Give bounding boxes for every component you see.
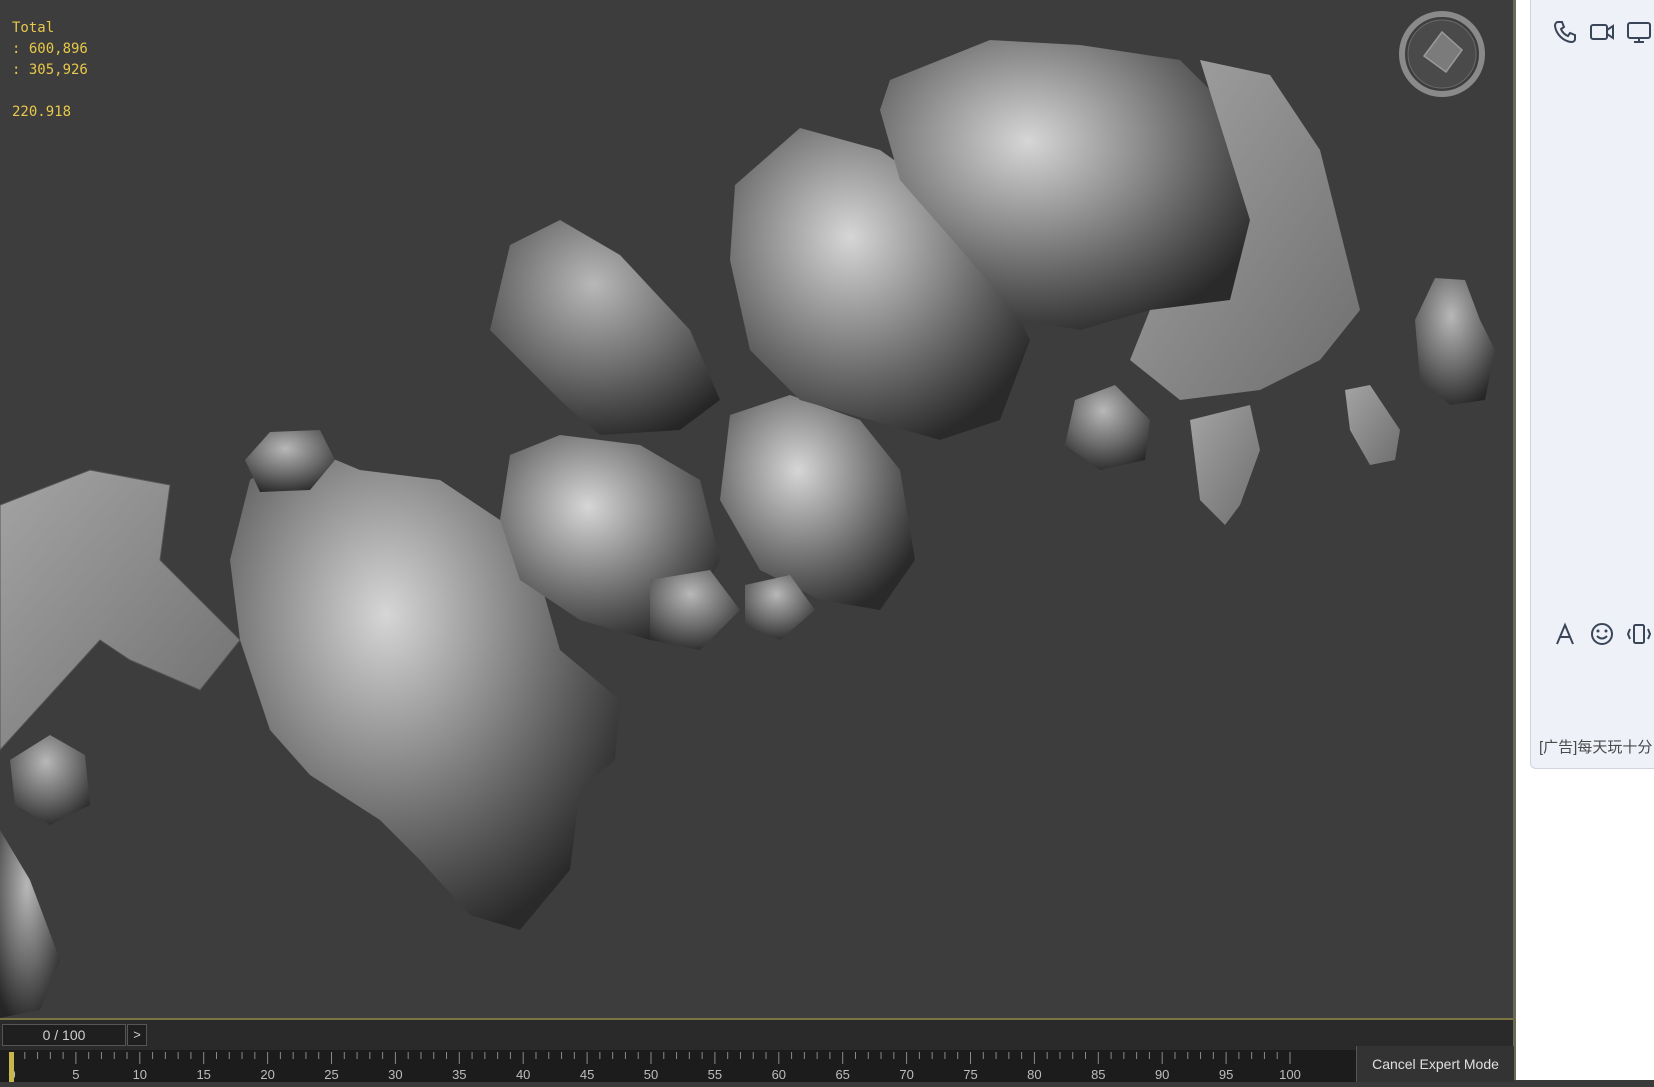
stats-polys: : 600,896 — [12, 41, 88, 57]
stats-verts: : 305,926 — [12, 62, 88, 78]
rock-fragment-bottom-left — [0, 830, 60, 1018]
stats-title: Total — [12, 20, 55, 36]
viewport-statistics: Total : 600,896 : 305,926 220.918 — [12, 18, 88, 123]
cancel-expert-mode-button[interactable]: Cancel Expert Mode — [1356, 1046, 1514, 1082]
rock-pebbles — [650, 570, 740, 650]
next-frame-button[interactable]: > — [127, 1024, 147, 1046]
font-icon[interactable] — [1551, 620, 1579, 648]
rock-small-d — [1415, 278, 1495, 405]
timeline-bar[interactable]: 0 / 100 > 051015202530354045505560657075… — [0, 1018, 1514, 1082]
track-bar-ticks: 0510152025303540455055606570758085909510… — [8, 1052, 1301, 1082]
rock-middle-tall — [490, 220, 720, 435]
rock-small-left — [10, 735, 90, 825]
chat-window: [广告]每天玩十分 — [1530, 0, 1654, 769]
playhead[interactable] — [9, 1052, 14, 1082]
rock-small-c — [1345, 385, 1400, 465]
emoji-icon[interactable] — [1588, 620, 1616, 648]
rock-slab-left — [0, 469, 241, 751]
video-call-icon[interactable] — [1588, 18, 1616, 46]
time-slider-frame-counter[interactable]: 0 / 100 — [2, 1024, 126, 1046]
track-bar-ruler[interactable]: 0510152025303540455055606570758085909510… — [0, 1050, 1356, 1082]
viewcube-icon[interactable] — [1398, 10, 1486, 98]
rock-small-b — [1190, 405, 1260, 525]
chat-side-panel: [广告]每天玩十分 — [1516, 0, 1654, 1080]
stats-fps: 220.918 — [12, 104, 72, 120]
ad-text[interactable]: [广告]每天玩十分 — [1539, 736, 1654, 757]
3d-viewport[interactable]: Total : 600,896 : 305,926 220.918 — [0, 0, 1513, 1018]
rock-small-a — [1065, 385, 1150, 470]
phone-icon[interactable] — [1551, 18, 1579, 46]
stats-spacer — [12, 81, 88, 102]
shake-icon[interactable] — [1625, 620, 1653, 648]
screen-share-icon[interactable] — [1625, 18, 1653, 46]
rock-middle-right — [720, 395, 915, 610]
rock-meshes — [0, 40, 1495, 1018]
